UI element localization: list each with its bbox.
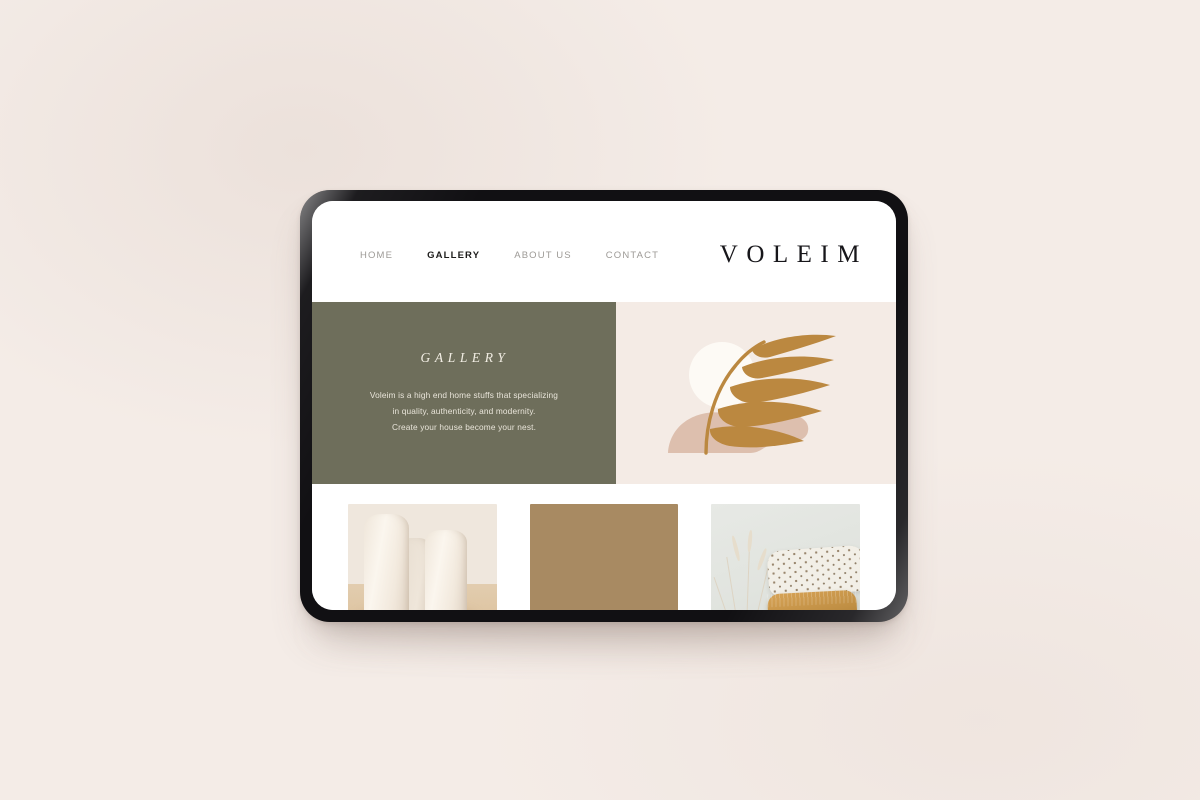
gallery-item-ceramic-vases[interactable]: [348, 504, 497, 610]
gallery-item-pillows[interactable]: [711, 504, 861, 610]
tablet-device-frame: HOME GALLERY ABOUT US CONTACT VOLEIM GAL…: [300, 190, 908, 622]
nav-link-home[interactable]: HOME: [360, 250, 393, 261]
gallery-item-tan-color-block[interactable]: [529, 504, 679, 610]
hero-description-line-1: Voleim is a high end home stuffs that sp…: [369, 390, 559, 401]
brand-logo[interactable]: VOLEIM: [720, 235, 874, 269]
vase-right: [425, 529, 467, 610]
vase-left: [364, 514, 409, 610]
hero-description-line-2: in quality, authenticity, and modernity.: [392, 406, 536, 417]
tablet-screen: HOME GALLERY ABOUT US CONTACT VOLEIM GAL…: [312, 201, 896, 610]
grass-plume: [747, 529, 753, 552]
hero-description-line-3: Create your house become your nest.: [391, 421, 537, 432]
hero-copy-panel: GALLERY Voleim is a high end home stuffs…: [312, 302, 616, 484]
gallery-thumbnail-grid: [312, 484, 896, 610]
grass-plume: [730, 535, 741, 562]
site-header: HOME GALLERY ABOUT US CONTACT VOLEIM: [312, 201, 896, 302]
grass-stem: [726, 556, 740, 610]
hero-section: GALLERY Voleim is a high end home stuffs…: [312, 302, 896, 484]
mockup-stage: HOME GALLERY ABOUT US CONTACT VOLEIM GAL…: [0, 0, 1200, 800]
nav-link-contact[interactable]: CONTACT: [606, 250, 659, 261]
main-navigation: HOME GALLERY ABOUT US CONTACT: [360, 242, 659, 261]
hero-description: Voleim is a high end home stuffs that sp…: [370, 388, 558, 436]
grass-stem: [745, 545, 750, 610]
nav-link-about-us[interactable]: ABOUT US: [514, 250, 572, 261]
hero-title: GALLERY: [420, 350, 510, 366]
nav-link-gallery[interactable]: GALLERY: [427, 250, 480, 261]
palm-frond-illustration: [668, 334, 836, 455]
hero-illustration-panel: [616, 302, 896, 484]
